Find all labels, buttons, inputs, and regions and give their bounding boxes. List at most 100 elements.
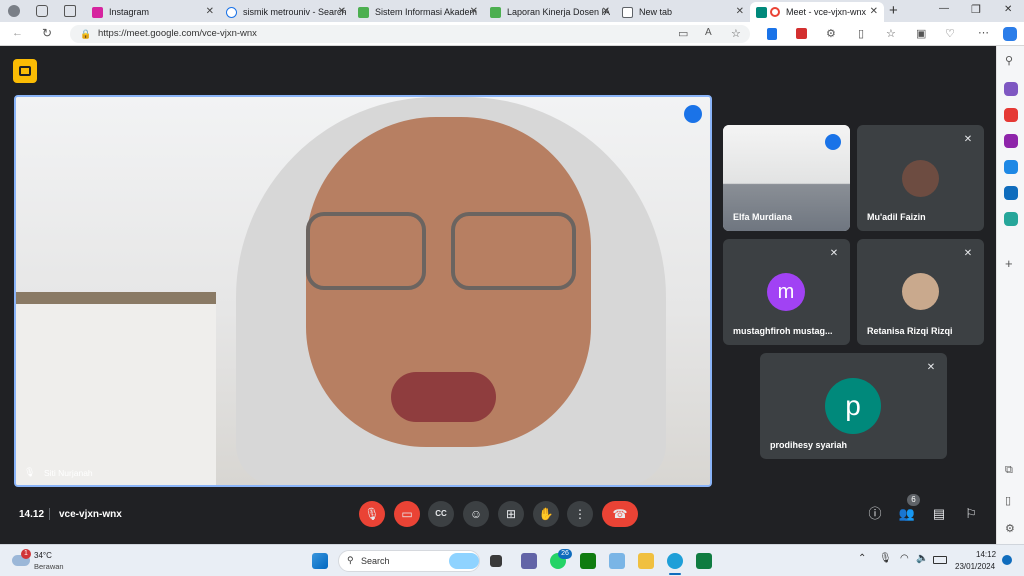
activities-icon: ⚐ [965, 506, 977, 521]
meeting-info-button[interactable]: ⓘ [866, 505, 884, 523]
university-logo-icon [490, 6, 501, 18]
tab-label: Sistem Informasi Akadem [375, 7, 478, 17]
settings-icon[interactable]: ⚙ [1005, 522, 1015, 535]
favorite-star-icon[interactable]: ☆ [731, 27, 741, 40]
refresh-icon[interactable]: ↻ [42, 26, 52, 40]
leave-call-button[interactable]: ☎ [602, 501, 638, 527]
chevron-up-icon[interactable]: ⌃ [858, 553, 866, 564]
windows-taskbar: 1 34°C Berawan ⚲ Search 26 ⌃ 🎙 ◠ 🔈 14:12… [0, 544, 1024, 576]
clock-date[interactable]: 23/01/2024 [955, 562, 995, 571]
games-icon[interactable] [1004, 134, 1018, 148]
search-icon[interactable]: ⚲ [1005, 54, 1013, 67]
favorites-icon[interactable]: ☆ [886, 27, 896, 40]
main-video-tile[interactable]: 🎙 Siti Nurjanah [14, 95, 712, 487]
excel-icon[interactable] [696, 553, 712, 569]
outlook-icon[interactable] [1004, 186, 1018, 200]
url-text: https://meet.google.com/vce-vjxn-wnx [98, 28, 257, 39]
photos-icon[interactable] [609, 553, 625, 569]
address-bar[interactable]: 🔒 https://meet.google.com/vce-vjxn-wnx [70, 25, 750, 43]
sidebar-toggle-icon[interactable]: ▯ [1005, 494, 1011, 507]
close-tab-icon[interactable]: ✕ [736, 6, 744, 17]
instagram-icon [92, 6, 103, 18]
collections-icon[interactable]: ▣ [916, 27, 926, 40]
participant-name: Mu'adil Faizin [867, 212, 926, 222]
close-tab-icon[interactable]: ✕ [470, 6, 478, 17]
copilot-icon[interactable] [1003, 27, 1017, 41]
performance-icon[interactable]: ♡ [945, 27, 955, 40]
captions-button[interactable]: CC [428, 501, 454, 527]
tab-sismik[interactable]: sismik metrouniv - Search ✕ [220, 2, 352, 22]
tab-instagram[interactable]: Instagram ✕ [86, 2, 220, 22]
tab-new-tab[interactable]: New tab ✕ [616, 2, 750, 22]
avatar [902, 273, 939, 310]
sidebar-app-icon[interactable] [1004, 212, 1018, 226]
mic-toggle-button[interactable]: 🎙 [359, 501, 385, 527]
camera-in-use-icon[interactable]: ▭ [678, 27, 688, 40]
camera-off-icon: ▭ [401, 507, 413, 521]
tab-label: Meet - vce-vjxn-wnx [786, 7, 867, 17]
tab-meet[interactable]: Meet - vce-vjxn-wnx ✕ [750, 2, 884, 22]
battery-icon[interactable] [933, 556, 947, 564]
extensions-icon[interactable]: ⚙ [826, 27, 836, 40]
office-icon[interactable] [1004, 160, 1018, 174]
close-window-button[interactable]: ✕ [1004, 4, 1012, 15]
participant-tile[interactable]: Elfa Murdiana [723, 125, 850, 231]
xbox-icon[interactable] [580, 553, 596, 569]
maximize-button[interactable]: ❐ [971, 3, 981, 16]
weather-widget[interactable]: 1 34°C Berawan [12, 549, 92, 573]
extension-icon[interactable] [796, 28, 807, 39]
activities-button[interactable]: ⚐ [962, 505, 980, 523]
workspaces-icon[interactable] [36, 5, 48, 17]
participant-tile[interactable]: ✕ p prodihesy syariah [760, 353, 947, 459]
camera-toggle-button[interactable]: ▭ [394, 501, 420, 527]
extension-icon[interactable] [767, 28, 777, 40]
profile-icon[interactable] [8, 5, 20, 17]
emoji-button[interactable]: ☺ [463, 501, 489, 527]
split-screen-icon[interactable]: ▯ [858, 27, 864, 40]
participant-name: Retanisa Rizqi Rizqi [867, 326, 953, 336]
present-button[interactable]: ⊞ [498, 501, 524, 527]
participant-tile[interactable]: ✕ Retanisa Rizqi Rizqi [857, 239, 984, 345]
clock-time[interactable]: 14:12 [976, 550, 996, 559]
teams-chat-icon[interactable] [521, 553, 537, 569]
more-menu-icon[interactable]: ⋯ [978, 26, 989, 39]
camera-off-badge-icon[interactable] [13, 59, 37, 83]
volume-icon[interactable]: 🔈 [916, 553, 928, 564]
chat-button[interactable]: ▤ [930, 505, 948, 523]
close-tab-icon[interactable]: ✕ [206, 6, 214, 17]
tab-actions-icon[interactable] [64, 5, 76, 17]
new-tab-button[interactable]: + [889, 2, 898, 19]
weather-badge: 1 [21, 549, 31, 559]
search-icon: ⚲ [347, 555, 354, 565]
read-aloud-icon[interactable]: A [705, 27, 712, 38]
more-options-button[interactable]: ⋮ [567, 501, 593, 527]
participant-tile[interactable]: ✕ m mustaghfiroh mustag... [723, 239, 850, 345]
speaking-indicator-icon [825, 134, 841, 150]
minimize-button[interactable]: — [939, 3, 949, 14]
add-icon[interactable]: + [1005, 256, 1013, 271]
tab-laporan-kinerja[interactable]: Laporan Kinerja Dosen IA ✕ [484, 2, 616, 22]
back-icon[interactable]: ← [12, 27, 23, 39]
close-tab-icon[interactable]: ✕ [602, 6, 610, 17]
screenshot-icon[interactable]: ⧉ [1005, 464, 1013, 477]
raise-hand-button[interactable]: ✋ [533, 501, 559, 527]
shopping-icon[interactable] [1004, 82, 1018, 96]
participant-tile[interactable]: ✕ Mu'adil Faizin [857, 125, 984, 231]
mic-tray-icon[interactable]: 🎙 [879, 553, 892, 564]
tools-icon[interactable] [1004, 108, 1018, 122]
close-tab-icon[interactable]: ✕ [338, 6, 346, 17]
glasses [306, 212, 576, 292]
task-view-icon[interactable] [490, 555, 502, 567]
tab-sistem-informasi[interactable]: Sistem Informasi Akadem ✕ [352, 2, 484, 22]
file-explorer-icon[interactable] [638, 553, 654, 569]
taskbar-search[interactable]: ⚲ Search [338, 550, 480, 572]
edge-browser-icon[interactable] [667, 553, 683, 569]
start-button[interactable] [312, 553, 328, 569]
more-vert-icon: ⋮ [574, 507, 586, 521]
wifi-icon[interactable]: ◠ [900, 553, 909, 564]
notification-icon[interactable] [1002, 555, 1012, 565]
weather-temp: 34°C [34, 551, 52, 560]
people-button[interactable]: 👥 [898, 505, 916, 523]
close-tab-icon[interactable]: ✕ [870, 6, 878, 17]
people-icon: 👥 [898, 506, 916, 521]
